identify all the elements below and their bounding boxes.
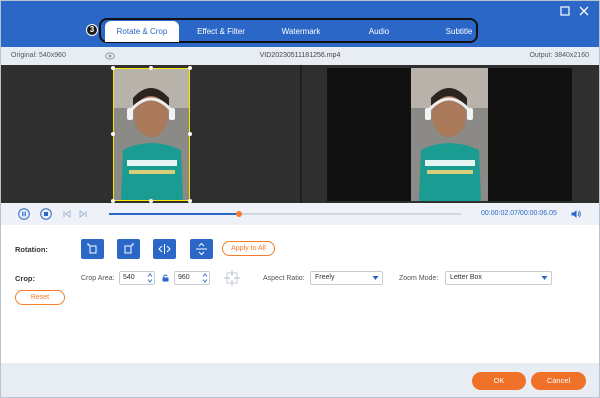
zoom-mode-select[interactable]: Letter Box [445,271,552,285]
ok-button[interactable]: OK [472,372,526,390]
crop-height-value: 960 [178,274,190,281]
crop-handle-top-right[interactable] [188,66,192,70]
tab-subtitle[interactable]: Subtitle [431,21,487,42]
previous-frame-icon[interactable] [61,208,73,220]
crop-handle-left[interactable] [111,132,115,136]
close-icon [579,6,589,16]
eye-icon[interactable] [105,52,115,60]
stop-icon[interactable] [40,208,52,220]
crop-handle-top-left[interactable] [111,66,115,70]
chevron-down-icon [541,276,548,280]
crop-height-stepper-icon[interactable] [202,272,208,284]
flip-vertical-button[interactable] [190,239,213,259]
progress-knob[interactable] [236,211,242,217]
pane-divider [300,65,302,203]
rotate-crop-dialog: 3 Rotate & Crop Effect & Filter Watermar… [0,0,600,398]
cancel-button[interactable]: Cancel [531,372,586,390]
rotate-left-icon [87,243,97,254]
next-frame-icon[interactable] [77,208,89,220]
apply-to-all-button[interactable]: Apply to All [222,241,275,256]
pause-icon[interactable] [18,208,30,220]
chevron-down-icon [372,276,379,280]
zoom-mode-value: Letter Box [450,274,482,281]
flip-horizontal-icon [158,244,171,254]
playback-time: 00:00:02.07/00:00:06.05 [481,210,557,217]
maximize-button[interactable] [558,4,572,18]
rotation-label: Rotation: [15,245,48,254]
aspect-ratio-label: Aspect Ratio: [263,275,305,282]
rotate-right-button[interactable] [117,239,140,259]
aspect-ratio-value: Freely [315,274,335,281]
lock-icon[interactable] [162,274,169,282]
flip-horizontal-button[interactable] [153,239,176,259]
rotate-right-icon [124,243,134,254]
square-icon [560,6,570,16]
tab-effect-filter[interactable]: Effect & Filter [191,21,251,42]
aspect-ratio-select[interactable]: Freely [310,271,383,285]
output-video-frame [411,68,488,201]
tab-watermark[interactable]: Watermark [271,21,331,42]
zoom-mode-label: Zoom Mode: [399,275,439,282]
tab-rotate-crop[interactable]: Rotate & Crop [105,21,179,42]
output-resolution: Output: 3840x2160 [529,52,589,59]
center-crop-icon[interactable] [223,269,241,287]
tab-audio[interactable]: Audio [351,21,407,42]
progress-fill [109,213,239,215]
crop-width-stepper-icon[interactable] [147,272,153,284]
rotate-left-button[interactable] [81,239,104,259]
crop-selection-box[interactable] [113,68,190,201]
reset-button[interactable]: Reset [15,290,65,305]
crop-area-label: Crop Area: [81,275,115,282]
flip-vertical-icon [196,242,207,256]
file-info-bar: Original: 540x960 VID20230511181256.mp4 … [1,47,599,65]
step-badge: 3 [86,24,98,36]
crop-handle-top[interactable] [149,66,153,70]
close-button[interactable] [577,4,591,18]
file-name: VID20230511181256.mp4 [259,52,341,59]
volume-icon[interactable] [570,208,582,220]
crop-handle-right[interactable] [188,132,192,136]
crop-width-value: 540 [123,274,135,281]
crop-label: Crop: [15,274,35,283]
